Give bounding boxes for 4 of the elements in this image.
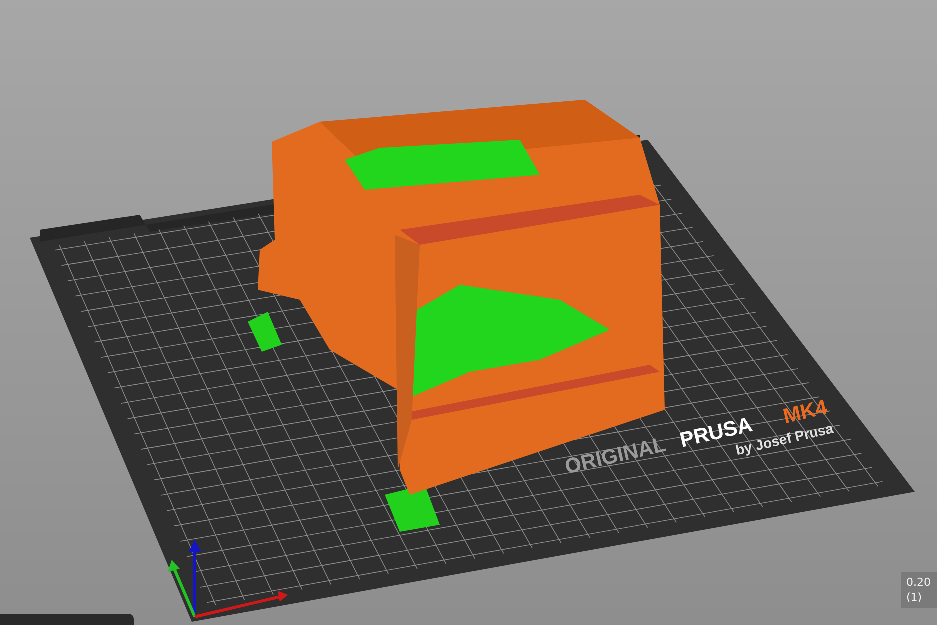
layer-height-text: 0.20 xyxy=(906,575,931,590)
axes-icon xyxy=(168,540,288,618)
layer-number-text: (1) xyxy=(906,590,924,605)
bed-logo-text: ORIGINAL xyxy=(562,433,668,479)
